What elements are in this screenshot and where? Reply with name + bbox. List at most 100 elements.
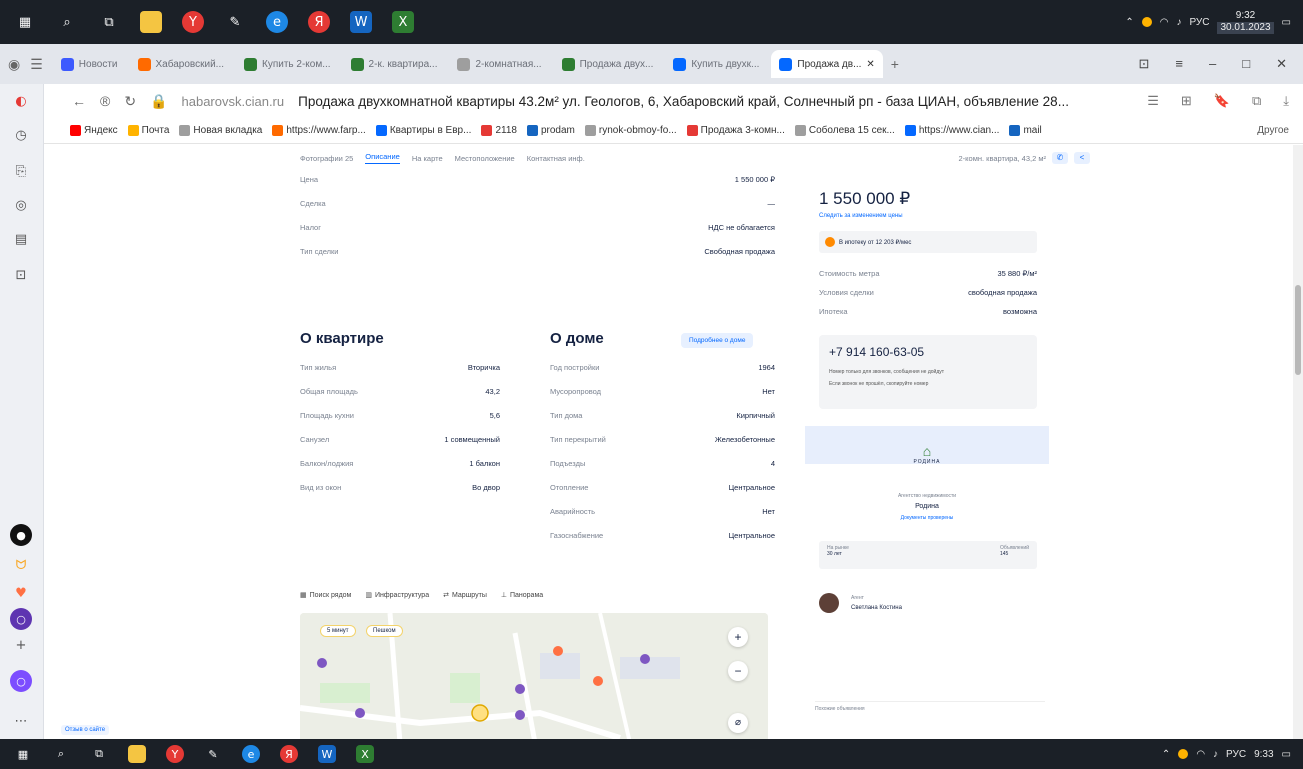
bookmarks-other[interactable]: Другое (1257, 125, 1303, 136)
bookmark-item[interactable]: rynok-obmoy-fo... (584, 125, 677, 136)
excel-icon[interactable]: X (392, 11, 414, 33)
bookmark-item[interactable]: Квартиры в Евр... (375, 125, 471, 136)
alice-orb-icon[interactable]: ○ (10, 670, 32, 692)
file-explorer-icon[interactable] (128, 745, 146, 763)
new-tab-button[interactable]: + (891, 56, 899, 72)
bookmark-item[interactable]: https://www.farp... (272, 125, 366, 136)
eda-icon[interactable]: ᗢ (10, 554, 32, 576)
page-scrollbar[interactable] (1293, 145, 1303, 739)
reload-button[interactable]: ↻ (124, 93, 136, 110)
feedback-button[interactable]: Отзыв о сайте (61, 725, 110, 735)
notifications-icon[interactable]: ▭ (1282, 749, 1291, 760)
browser-tab[interactable]: 2-комнатная... (449, 50, 549, 78)
map-chip-time[interactable]: 5 минут (320, 625, 356, 637)
language-indicator[interactable]: РУС (1189, 17, 1209, 28)
bookmark-item[interactable]: mail (1009, 125, 1042, 136)
agency-name[interactable]: Родина (805, 503, 1049, 510)
task-view-icon[interactable]: ⧉ (98, 11, 120, 33)
edge-browser-icon[interactable]: e (266, 11, 288, 33)
bookmark-item[interactable]: 2118 (481, 125, 517, 136)
market-icon[interactable]: ♥ (10, 582, 32, 604)
scrollbar-thumb[interactable] (1295, 285, 1301, 375)
notifications-icon[interactable]: ▭ (1282, 17, 1291, 28)
language-indicator[interactable]: РУС (1226, 749, 1246, 760)
bookmark-icon[interactable]: 🔖 (1214, 93, 1230, 109)
tray-app-icon[interactable] (1178, 749, 1189, 759)
windows-start-icon[interactable]: ▦ (14, 745, 32, 763)
bookmark-item[interactable]: https://www.cian... (904, 125, 999, 136)
feather-app-icon[interactable]: ✎ (204, 745, 222, 763)
wifi-icon[interactable]: ◠ (1160, 17, 1169, 28)
clock[interactable]: 9:32 30.01.2023 (1217, 10, 1274, 34)
map-chip-mode[interactable]: Пешком (366, 625, 403, 637)
yandex-browser-icon[interactable]: Y (182, 11, 204, 33)
agent-name[interactable]: Светлана Костина (851, 605, 902, 611)
browser-tab[interactable]: Новости (53, 50, 126, 78)
subnav-description[interactable]: Описание (365, 152, 400, 164)
tab-close-icon[interactable]: ✕ (866, 59, 874, 70)
price-watch-link[interactable]: Следить за изменением цены (819, 213, 903, 219)
edge-browser-icon[interactable]: e (242, 745, 260, 763)
excel-icon[interactable]: X (356, 745, 374, 763)
download-icon[interactable]: ⤓ (1283, 93, 1289, 109)
notes-icon[interactable]: ▤ (10, 228, 32, 250)
bookmark-item[interactable]: Новая вкладка (179, 125, 262, 136)
file-explorer-icon[interactable] (140, 11, 162, 33)
profile-icon[interactable]: ◉ (8, 56, 20, 73)
menu-icon[interactable]: ≡ (1175, 56, 1183, 72)
chevron-up-icon[interactable]: ⌃ (1162, 749, 1170, 760)
alice-icon[interactable]: ◐ (10, 90, 32, 112)
house-details-button[interactable]: Подробнее о доме (681, 333, 754, 348)
volume-icon[interactable]: ♪ (1213, 749, 1218, 760)
search-icon[interactable]: ⌕ (52, 745, 70, 763)
mortgage-banner[interactable]: В ипотеку от 12 203 ₽/мес (819, 231, 1037, 253)
map-tab-infrastructure[interactable]: ▥ Инфраструктура (365, 591, 429, 600)
browser-tab[interactable]: Хабаровский... (130, 50, 233, 78)
phone-icon[interactable]: ✆ (1052, 152, 1068, 164)
yandex-protect-icon[interactable]: ® (100, 93, 110, 109)
agency-logo[interactable]: ⌂ РОДИНА (907, 443, 947, 473)
browser-tab[interactable]: 2-к. квартира... (343, 50, 446, 78)
page-title[interactable]: Продажа двухкомнатной квартиры 43.2м² ул… (298, 94, 1069, 109)
map-tab-panorama[interactable]: ⊥ Панорама (501, 591, 543, 600)
yandex-browser-icon[interactable]: Y (166, 745, 184, 763)
translate-icon[interactable]: ⊞ (1181, 93, 1192, 109)
url-domain[interactable]: habarovsk.cian.ru (182, 94, 285, 109)
bookmark-item[interactable]: Яндекс (70, 125, 118, 136)
map[interactable]: 5 минут Пешком + − ⌀ (300, 613, 768, 739)
task-view-icon[interactable]: ⧉ (90, 745, 108, 763)
screenshot-icon[interactable]: ⊡ (10, 264, 32, 286)
yandex-app-icon[interactable]: Я (280, 745, 298, 763)
bookmark-item[interactable]: Соболева 15 сек... (794, 125, 895, 136)
browser-tab[interactable]: Продажа дв... ✕ (771, 50, 883, 78)
bookmark-item[interactable]: Почта (127, 125, 169, 136)
zoom-out-button[interactable]: − (728, 661, 748, 681)
feather-app-icon[interactable]: ✎ (224, 11, 246, 33)
clock-time[interactable]: 9:33 (1254, 749, 1273, 760)
ruler-icon[interactable]: ⌀ (728, 713, 748, 733)
media-icon[interactable]: ◎ (10, 194, 32, 216)
extensions-icon[interactable]: ⧉ (1252, 93, 1261, 109)
more-icon[interactable]: ⋯ (10, 710, 32, 732)
downloads-icon[interactable]: ⊡ (1139, 56, 1150, 72)
wifi-icon[interactable]: ◠ (1196, 749, 1205, 760)
agent-avatar[interactable] (819, 593, 839, 613)
browser-tab[interactable]: Купить двухк... (665, 50, 767, 78)
close-button[interactable]: ✕ (1276, 56, 1287, 72)
browser-tab[interactable]: Купить 2-ком... (236, 50, 339, 78)
minimize-button[interactable]: – (1209, 56, 1216, 72)
maximize-button[interactable]: □ (1242, 56, 1250, 72)
collections-icon[interactable]: ⎘ (10, 160, 32, 182)
volume-icon[interactable]: ♪ (1176, 17, 1181, 28)
tray-app-icon[interactable] (1141, 17, 1152, 27)
phone-number[interactable]: +7 914 160-63-05 (829, 345, 924, 359)
subnav-photos[interactable]: Фотографии 25 (300, 154, 353, 163)
github-icon[interactable]: ● (10, 524, 32, 546)
bookmark-item[interactable]: prodam (526, 125, 575, 136)
back-button[interactable]: ← (72, 93, 86, 109)
word-icon[interactable]: W (350, 11, 372, 33)
subnav-contacts[interactable]: Контактная инф. (527, 154, 585, 163)
browser-tab[interactable]: Продажа двух... (554, 50, 662, 78)
subnav-map[interactable]: На карте (412, 154, 443, 163)
similar-ads-note[interactable]: Похожие объявления (815, 701, 1045, 712)
